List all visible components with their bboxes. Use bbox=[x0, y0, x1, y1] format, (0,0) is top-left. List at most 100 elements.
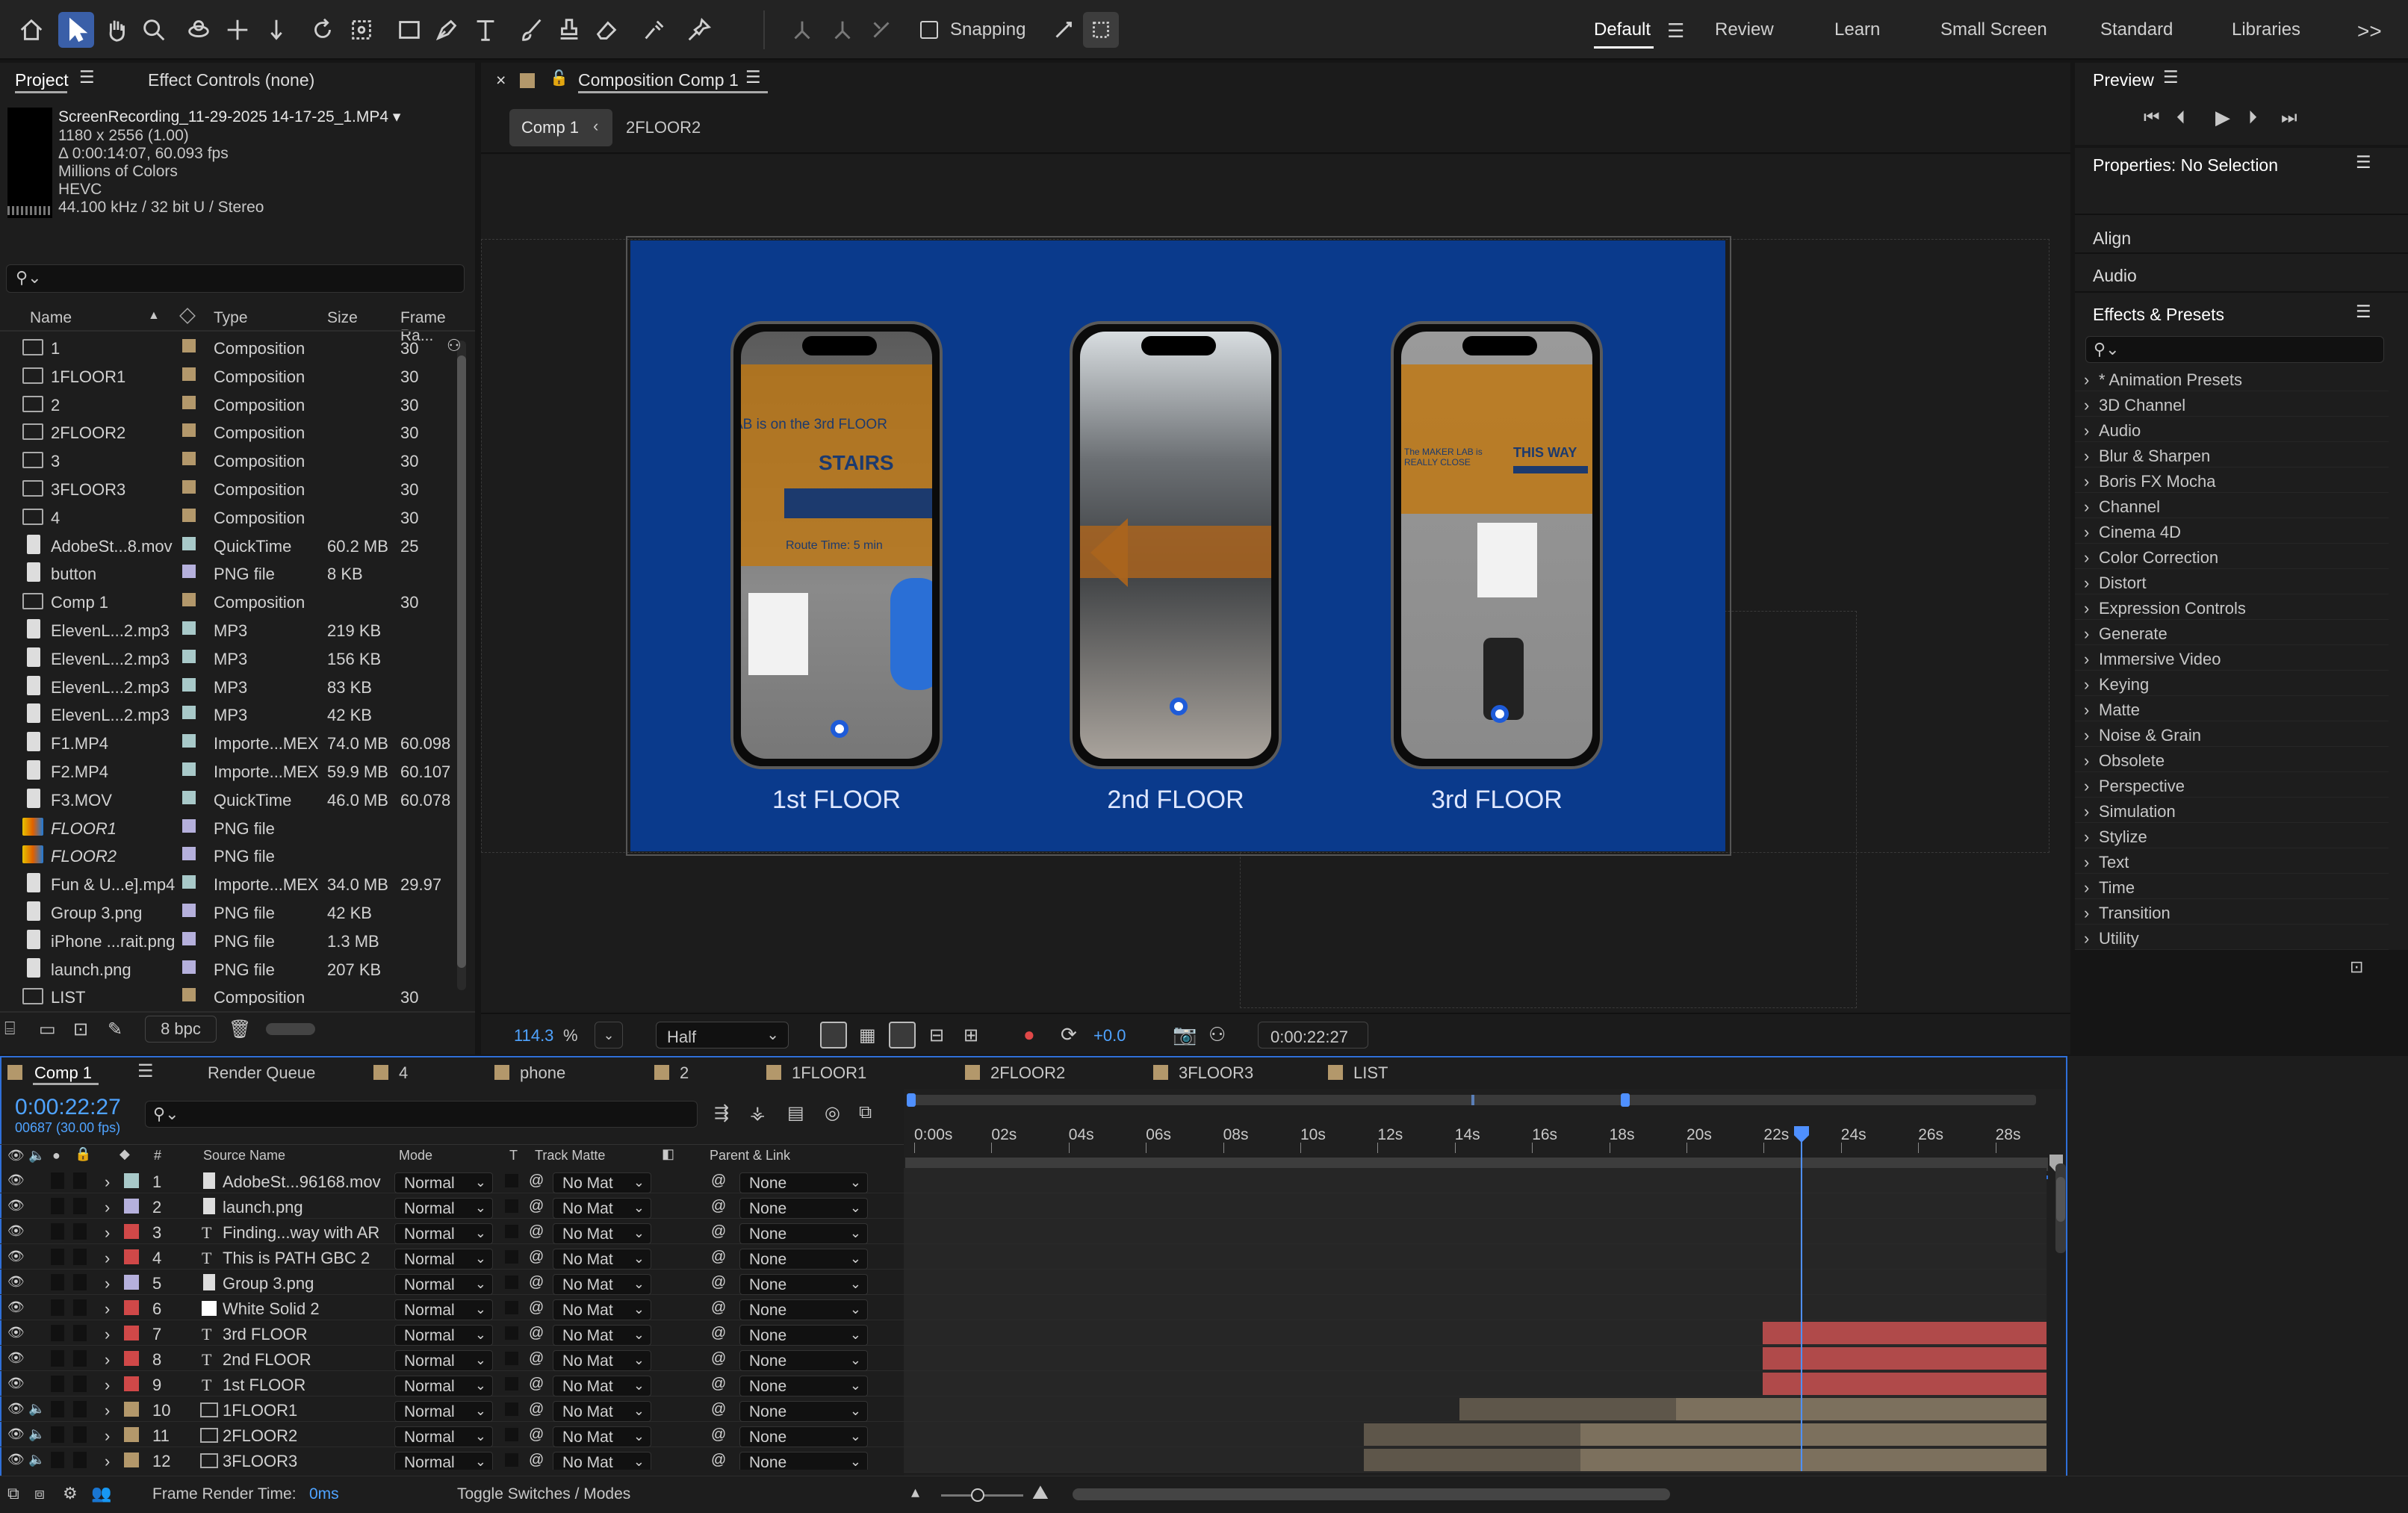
chevron-right-icon[interactable]: › bbox=[105, 1350, 110, 1370]
eye-icon[interactable]: 👁 bbox=[7, 1325, 25, 1340]
preserve-transparency-box[interactable] bbox=[505, 1174, 518, 1187]
label-swatch[interactable] bbox=[182, 818, 196, 833]
clone-stamp-tool-icon[interactable] bbox=[551, 12, 587, 48]
solo-box[interactable] bbox=[51, 1452, 64, 1468]
audio-panel-header[interactable]: Audio bbox=[2093, 266, 2137, 286]
layer-track[interactable] bbox=[904, 1193, 2047, 1219]
layer-row[interactable]: 👁 🔈 › 11 2FLOOR2 Normal ⌄ @ No Mat ⌄ @ None ⌄ bbox=[0, 1422, 904, 1447]
chevron-right-icon[interactable]: › bbox=[105, 1223, 110, 1243]
zoom-in-icon[interactable]: ⛰ bbox=[1032, 1481, 1049, 1505]
matte-link-icon[interactable]: @ bbox=[529, 1350, 544, 1367]
label-swatch[interactable] bbox=[124, 1224, 139, 1239]
align-panel-header[interactable]: Align bbox=[2093, 229, 2131, 249]
eye-icon[interactable]: 👁 bbox=[7, 1223, 25, 1239]
layer-row[interactable]: 👁 › 1 AdobeSt...96168.mov Normal ⌄ @ No Mat ⌄ @ No… bbox=[0, 1168, 904, 1193]
layer-row[interactable]: 👁 › 2 launch.png Normal ⌄ @ No Mat ⌄ @ None ⌄ bbox=[0, 1193, 904, 1219]
solo-box[interactable] bbox=[51, 1350, 64, 1367]
properties-menu-icon[interactable]: ☰ bbox=[2356, 152, 2371, 173]
label-swatch[interactable] bbox=[182, 423, 196, 438]
eye-icon[interactable]: 👁 bbox=[7, 1198, 25, 1214]
adjust-project-icon[interactable]: ✎ bbox=[108, 1019, 122, 1040]
track-matte-dropdown[interactable]: No Mat ⌄ bbox=[553, 1198, 651, 1219]
effects-category[interactable]: › Matte bbox=[2075, 698, 2389, 721]
chevron-right-icon[interactable]: › bbox=[105, 1401, 110, 1420]
label-column-icon[interactable] bbox=[179, 308, 196, 324]
eye-icon[interactable]: 👁 bbox=[7, 1274, 25, 1290]
resolution-dropdown[interactable]: Half ⌄ bbox=[656, 1022, 789, 1048]
effects-search-input[interactable]: ⚲⌄ bbox=[2085, 336, 2384, 363]
effects-category[interactable]: › Noise & Grain bbox=[2075, 723, 2389, 747]
brush-tool-icon[interactable] bbox=[514, 12, 550, 48]
preserve-transparency-box[interactable] bbox=[505, 1199, 518, 1213]
track-matte-dropdown[interactable]: No Mat ⌄ bbox=[553, 1325, 651, 1346]
label-swatch[interactable] bbox=[182, 875, 196, 889]
pick-whip-icon[interactable]: @ bbox=[711, 1249, 726, 1266]
expand-in-out-icon[interactable]: ⚙ bbox=[63, 1484, 78, 1503]
preserve-transparency-box[interactable] bbox=[505, 1276, 518, 1289]
label-swatch[interactable] bbox=[182, 593, 196, 607]
tab-project[interactable]: Project bbox=[15, 70, 69, 90]
home-icon[interactable] bbox=[13, 12, 49, 48]
new-folder-icon[interactable]: ▭ bbox=[39, 1019, 56, 1040]
lock-box[interactable] bbox=[73, 1376, 87, 1392]
lock-switch-icon[interactable]: 🔒 bbox=[75, 1146, 91, 1162]
chevron-right-icon[interactable]: › bbox=[105, 1172, 110, 1192]
matte-link-icon[interactable]: @ bbox=[529, 1223, 544, 1240]
next-frame-icon[interactable]: ⏵ bbox=[2248, 108, 2257, 128]
rotate-tool-icon[interactable] bbox=[305, 12, 341, 48]
project-item[interactable]: 2FLOOR2 Composition 30 bbox=[0, 417, 448, 446]
eye-icon[interactable]: 👁 bbox=[7, 1172, 25, 1188]
layer-duration-bar[interactable] bbox=[1763, 1322, 2047, 1344]
flowchart-icon[interactable]: ⚇ bbox=[447, 336, 462, 355]
timeline-tab[interactable]: Comp 1 bbox=[34, 1063, 92, 1083]
eye-icon[interactable]: 👁 bbox=[7, 1299, 25, 1315]
parent-dropdown[interactable]: None ⌄ bbox=[739, 1198, 868, 1219]
toggle-switches-modes[interactable]: Toggle Switches / Modes bbox=[457, 1485, 630, 1503]
bit-depth-button[interactable]: 8 bpc bbox=[145, 1016, 217, 1043]
blend-mode-dropdown[interactable]: Normal ⌄ bbox=[394, 1223, 493, 1244]
workspace-overflow-icon[interactable]: >> bbox=[2357, 19, 2382, 43]
blend-mode-dropdown[interactable]: Normal ⌄ bbox=[394, 1325, 493, 1346]
layer-duration-bar[interactable] bbox=[1459, 1398, 1676, 1420]
track-matte-dropdown[interactable]: No Mat ⌄ bbox=[553, 1401, 651, 1422]
zoom-value[interactable]: 114.3 bbox=[514, 1026, 553, 1046]
lock-box[interactable] bbox=[73, 1426, 87, 1443]
project-item[interactable]: FLOOR2 PNG file bbox=[0, 841, 448, 869]
layer-row[interactable]: 👁 🔈 › 10 1FLOOR1 Normal ⌄ @ No Mat ⌄ @ None ⌄ bbox=[0, 1397, 904, 1422]
zoom-tool-icon[interactable] bbox=[136, 12, 172, 48]
parent-dropdown[interactable]: None ⌄ bbox=[739, 1426, 868, 1447]
matte-link-icon[interactable]: @ bbox=[529, 1198, 544, 1215]
dolly-camera-icon[interactable] bbox=[258, 12, 294, 48]
lock-box[interactable] bbox=[73, 1223, 87, 1240]
timeline-tab[interactable]: phone bbox=[520, 1063, 565, 1083]
lock-box[interactable] bbox=[73, 1249, 87, 1265]
solo-box[interactable] bbox=[51, 1325, 64, 1341]
matte-link-icon[interactable]: @ bbox=[529, 1274, 544, 1291]
pick-whip-icon[interactable]: @ bbox=[711, 1172, 726, 1190]
snapping-checkbox[interactable] bbox=[920, 21, 938, 39]
layer-row[interactable]: 👁 › 4 T This is PATH GBC 2 Normal ⌄ @ No Mat ⌄ @ No… bbox=[0, 1244, 904, 1270]
layer-track[interactable] bbox=[904, 1168, 2047, 1193]
tab-composition[interactable]: Composition Comp 1 bbox=[578, 70, 739, 90]
preserve-transparency-box[interactable] bbox=[505, 1453, 518, 1467]
project-scrollbar-thumb[interactable] bbox=[457, 355, 466, 968]
parent-dropdown[interactable]: None ⌄ bbox=[739, 1376, 868, 1397]
layer-track[interactable] bbox=[904, 1295, 2047, 1320]
effects-category[interactable]: › Expression Controls bbox=[2075, 596, 2389, 620]
solo-box[interactable] bbox=[51, 1172, 64, 1189]
project-item[interactable]: AdobeSt...8.mov QuickTime 60.2 MB 25 bbox=[0, 531, 448, 559]
project-item[interactable]: Fun & U...e].mp4 Importe...MEX 34.0 MB 29.9… bbox=[0, 869, 448, 898]
parent-dropdown[interactable]: None ⌄ bbox=[739, 1223, 868, 1244]
eye-icon[interactable]: 👁 bbox=[7, 1376, 25, 1391]
effects-category[interactable]: › Transition bbox=[2075, 901, 2389, 925]
matte-icon[interactable]: ◧ bbox=[662, 1146, 674, 1162]
effects-category[interactable]: › Keying bbox=[2075, 672, 2389, 696]
effects-category[interactable]: › Time bbox=[2075, 875, 2389, 899]
label-swatch[interactable] bbox=[124, 1326, 139, 1340]
label-swatch[interactable] bbox=[182, 904, 196, 917]
parent-dropdown[interactable]: None ⌄ bbox=[739, 1274, 868, 1295]
blend-mode-dropdown[interactable]: Normal ⌄ bbox=[394, 1274, 493, 1295]
project-item[interactable]: ElevenL...2.mp3 MP3 83 KB bbox=[0, 672, 448, 700]
layer-duration-bar[interactable] bbox=[1763, 1347, 2047, 1370]
effects-category[interactable]: › Boris FX Mocha bbox=[2075, 469, 2389, 493]
